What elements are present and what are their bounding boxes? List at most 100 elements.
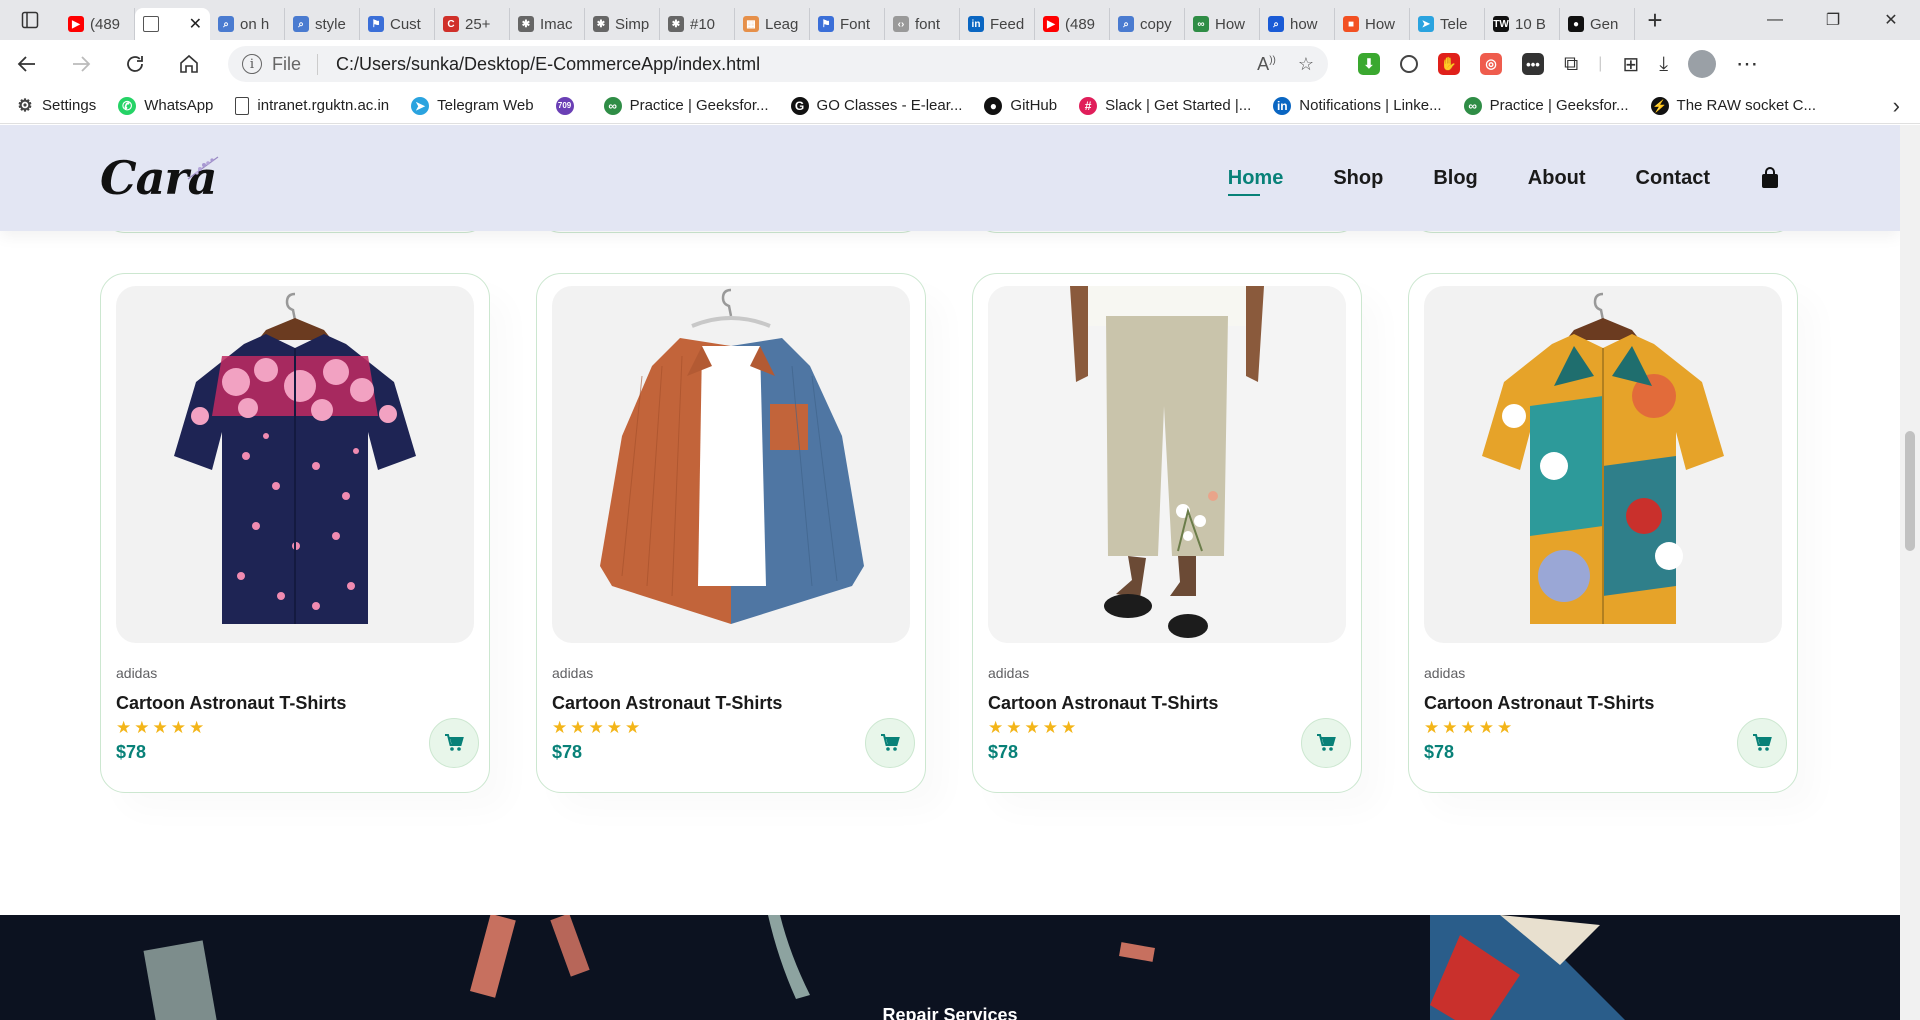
- tab-actions-button[interactable]: [0, 0, 60, 40]
- product-image-corduroy-two-tone-shirt[interactable]: [552, 286, 910, 643]
- browser-tab[interactable]: ■ How: [1335, 8, 1410, 40]
- browser-tab[interactable]: ▶ (489: [60, 8, 135, 40]
- bookmark-item[interactable]: ➤ Telegram Web: [411, 96, 534, 115]
- close-tab-icon[interactable]: ✕: [189, 14, 202, 34]
- nav-contact[interactable]: Contact: [1636, 167, 1710, 190]
- product-image-abstract-print-shirt[interactable]: [1424, 286, 1782, 643]
- dots-extension-icon[interactable]: •••: [1522, 53, 1544, 75]
- bookmark-item[interactable]: intranet.rguktn.ac.in: [235, 96, 389, 115]
- github-icon: ●: [984, 96, 1003, 115]
- profile-avatar[interactable]: [1688, 50, 1717, 78]
- linkedin-icon: in: [968, 16, 984, 32]
- browser-tab[interactable]: ● Gen: [1560, 8, 1635, 40]
- browser-tab[interactable]: ⌕ style: [285, 8, 360, 40]
- product-description: adidas Cartoon Astronaut T-Shirts ★★★★★ …: [1424, 643, 1782, 763]
- shopping-bag-icon[interactable]: [1760, 167, 1780, 189]
- product-card[interactable]: adidas Cartoon Astronaut T-Shirts ★★★★★ …: [1408, 273, 1798, 793]
- url-text[interactable]: C:/Users/sunka/Desktop/E-CommerceApp/ind…: [336, 54, 760, 75]
- tab-label: (489: [1065, 15, 1096, 33]
- browser-tab[interactable]: C 25+: [435, 8, 510, 40]
- window-controls: — ❐ ✕: [1746, 0, 1920, 40]
- browser-tab[interactable]: ✕: [135, 8, 210, 40]
- forward-button[interactable]: [54, 40, 108, 88]
- bookmark-item[interactable]: ⚡ The RAW socket C...: [1650, 96, 1816, 115]
- bookmark-label: Practice | Geeksfor...: [629, 97, 769, 114]
- bookmarks-bar: ⚙ Settings ✆ WhatsApp intranet.rguktn.ac.in ➤…: [0, 88, 1920, 124]
- page-icon: [143, 16, 159, 32]
- product-title[interactable]: Cartoon Astronaut T-Shirts: [552, 693, 910, 714]
- browser-tab[interactable]: ▦ Leag: [735, 8, 810, 40]
- browser-tab[interactable]: in Feed: [960, 8, 1035, 40]
- youtube-icon: ▶: [68, 16, 84, 32]
- download-manager-extension-icon[interactable]: ⬇: [1358, 53, 1380, 75]
- bookmark-item[interactable]: ● GitHub: [984, 96, 1057, 115]
- record-extension-icon[interactable]: [1400, 55, 1418, 73]
- product-title[interactable]: Cartoon Astronaut T-Shirts: [1424, 693, 1782, 714]
- browser-tab[interactable]: TW 10 B: [1485, 8, 1560, 40]
- downloads-icon[interactable]: ⤓: [1659, 53, 1668, 76]
- browser-tab[interactable]: ∞ How: [1185, 8, 1260, 40]
- close-window-button[interactable]: ✕: [1862, 0, 1920, 40]
- youtube-icon: ▶: [1043, 16, 1059, 32]
- nav-blog[interactable]: Blog: [1433, 167, 1477, 190]
- back-button[interactable]: [0, 40, 54, 88]
- nav-home[interactable]: Home: [1227, 167, 1283, 196]
- bookmark-item[interactable]: G GO Classes - E-lear...: [790, 96, 962, 115]
- browser-tab[interactable]: ▶ (489: [1035, 8, 1110, 40]
- bookmark-item[interactable]: ∞ Practice | Geeksfor...: [603, 96, 769, 115]
- add-to-cart-button[interactable]: [865, 718, 915, 768]
- browser-tab[interactable]: ⚑ Font: [810, 8, 885, 40]
- add-to-cart-button[interactable]: [1737, 718, 1787, 768]
- minimize-button[interactable]: —: [1746, 0, 1804, 40]
- bookmark-item[interactable]: in Notifications | Linke...: [1273, 96, 1442, 115]
- reload-button[interactable]: [108, 40, 162, 88]
- address-bar[interactable]: i File C:/Users/sunka/Desktop/E-Commerce…: [228, 46, 1328, 82]
- tab-label: font: [915, 15, 941, 33]
- bookmark-item[interactable]: ⚙ Settings: [16, 96, 96, 115]
- product-card[interactable]: adidas Cartoon Astronaut T-Shirts ★★★★★ …: [972, 273, 1362, 793]
- adblock-extension-icon[interactable]: ✋: [1438, 53, 1460, 75]
- reload-icon: [127, 56, 143, 72]
- read-aloud-icon[interactable]: A)): [1257, 54, 1276, 75]
- home-button[interactable]: [162, 40, 216, 88]
- info-icon[interactable]: i: [242, 54, 262, 74]
- browser-tab[interactable]: ⌕ copy: [1110, 8, 1185, 40]
- add-favorite-icon[interactable]: ☆: [1298, 54, 1314, 75]
- browser-tab[interactable]: ‹› font: [885, 8, 960, 40]
- microsoft-icon: ■: [1343, 16, 1359, 32]
- nav-shop[interactable]: Shop: [1333, 167, 1383, 190]
- scrollbar-thumb[interactable]: [1905, 431, 1915, 551]
- address-row: i File C:/Users/sunka/Desktop/E-Commerce…: [0, 40, 1920, 88]
- product-image-floral-navy-shirt[interactable]: [116, 286, 474, 643]
- more-bookmarks-chevron-icon[interactable]: ›: [1893, 93, 1900, 119]
- browser-tab[interactable]: ⚑ Cust: [360, 8, 435, 40]
- page-scrollbar[interactable]: [1900, 125, 1920, 1020]
- bookmark-item[interactable]: # Slack | Get Started |...: [1079, 96, 1251, 115]
- browser-tab[interactable]: ➤ Tele: [1410, 8, 1485, 40]
- add-to-cart-button[interactable]: [1301, 718, 1351, 768]
- browser-tab[interactable]: ✱ Imac: [510, 8, 585, 40]
- bookmark-item[interactable]: ✆ WhatsApp: [118, 96, 213, 115]
- browser-tab[interactable]: ✱ Simp: [585, 8, 660, 40]
- tab-strip: ▶ (489 ✕ ⌕ on h ⌕ style ⚑ Cust C 25+ ✱ Imac ✱ Simp ✱ #10…: [0, 0, 1920, 40]
- browser-menu-button[interactable]: ⋯: [1736, 51, 1759, 77]
- restore-button[interactable]: ❐: [1804, 0, 1862, 40]
- bookmark-item[interactable]: ∞ Practice | Geeksfor...: [1463, 96, 1629, 115]
- bookmark-item[interactable]: 709: [555, 96, 582, 115]
- tab-label: copy: [1140, 15, 1172, 33]
- extensions-icon[interactable]: ⧉: [1564, 53, 1578, 76]
- nav-about[interactable]: About: [1528, 167, 1586, 190]
- product-title[interactable]: Cartoon Astronaut T-Shirts: [988, 693, 1346, 714]
- add-to-cart-button[interactable]: [429, 718, 479, 768]
- browser-tab[interactable]: ⌕ on h: [210, 8, 285, 40]
- product-card[interactable]: adidas Cartoon Astronaut T-Shirts ★★★★★ …: [100, 273, 490, 793]
- product-card[interactable]: adidas Cartoon Astronaut T-Shirts ★★★★★ …: [536, 273, 926, 793]
- search-icon: ⌕: [218, 16, 234, 32]
- product-image-linen-floral-pants[interactable]: [988, 286, 1346, 643]
- collections-icon[interactable]: ⊞: [1622, 52, 1639, 77]
- new-tab-button[interactable]: +: [1635, 0, 1675, 40]
- browser-tab[interactable]: ✱ #10: [660, 8, 735, 40]
- focus-extension-icon[interactable]: ◎: [1480, 53, 1502, 75]
- browser-tab[interactable]: ⌕ how: [1260, 8, 1335, 40]
- product-title[interactable]: Cartoon Astronaut T-Shirts: [116, 693, 474, 714]
